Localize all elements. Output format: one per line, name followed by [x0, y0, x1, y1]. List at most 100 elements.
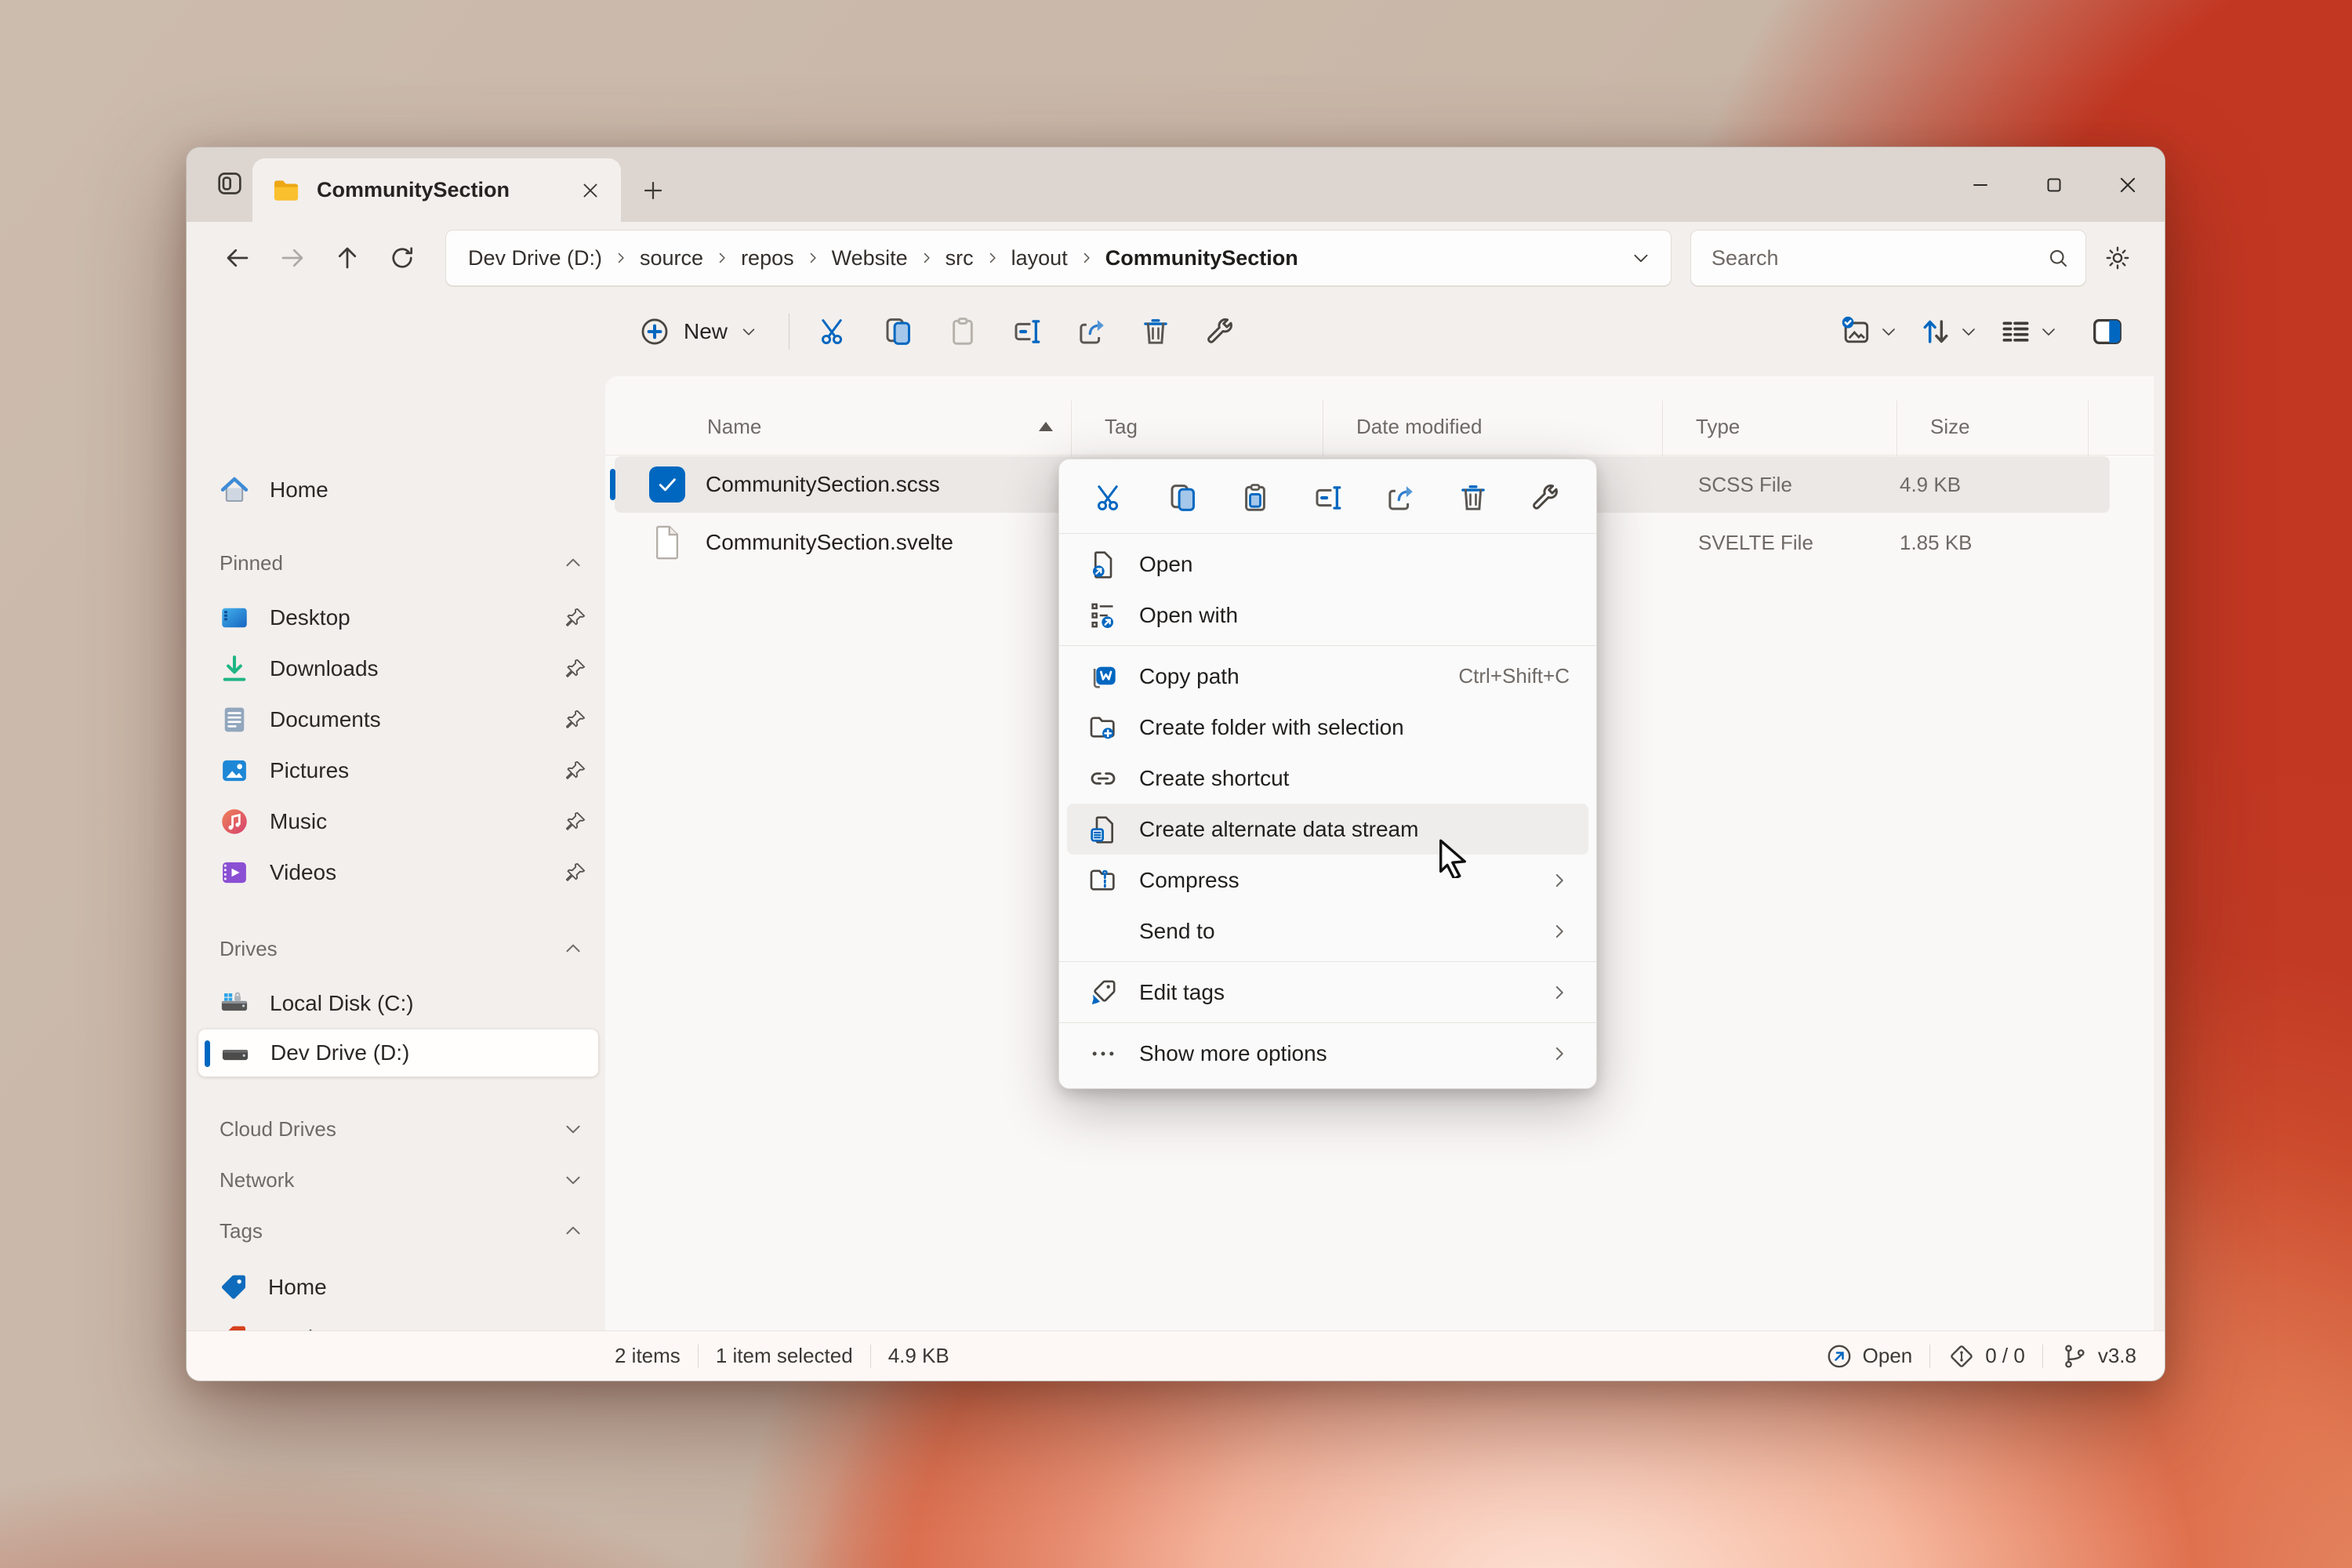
rename-button[interactable]: [1001, 306, 1053, 358]
copy-icon[interactable]: [1167, 481, 1200, 514]
sidebar-item-music[interactable]: Music: [198, 797, 599, 846]
menu-item-copy-path[interactable]: Copy path Ctrl+Shift+C: [1067, 651, 1588, 702]
address-dropdown-button[interactable]: [1619, 248, 1663, 268]
menu-separator: [1059, 533, 1596, 534]
breadcrumb-item[interactable]: Website: [832, 246, 908, 270]
menu-item-create-shortcut[interactable]: Create shortcut: [1067, 753, 1588, 804]
sidebar-item-downloads[interactable]: Downloads: [198, 644, 599, 693]
copy-button[interactable]: [873, 306, 924, 358]
sidebar-item-label: Local Disk (C:): [270, 991, 588, 1016]
refresh-button[interactable]: [378, 234, 426, 282]
menu-item-send-to[interactable]: Send to: [1067, 906, 1588, 956]
circle-plus-icon: [638, 315, 671, 348]
new-tab-button[interactable]: [635, 172, 671, 209]
breadcrumb-separator-icon: [714, 250, 730, 266]
share-button[interactable]: [1065, 306, 1117, 358]
minimize-button[interactable]: [1944, 147, 2017, 222]
sidebar-section-drives[interactable]: Drives: [198, 928, 599, 969]
section-label: Drives: [220, 937, 563, 961]
properties-button[interactable]: [1194, 306, 1246, 358]
sidebar-item-label: Home: [270, 477, 588, 503]
sidebar-section-tags[interactable]: Tags: [198, 1210, 599, 1251]
cut-icon[interactable]: [1094, 481, 1127, 514]
preview-pane-button[interactable]: [2082, 306, 2133, 358]
new-button[interactable]: New: [626, 306, 770, 358]
sidebar-section-network[interactable]: Network: [198, 1160, 599, 1200]
menu-item-open[interactable]: Open: [1067, 539, 1588, 590]
close-button[interactable]: [2091, 147, 2165, 222]
layout-button[interactable]: [1991, 308, 2066, 355]
mouse-cursor: [1432, 836, 1474, 878]
menu-item-label: Show more options: [1139, 1041, 1327, 1066]
tab-close-button[interactable]: [572, 172, 608, 209]
sidebar-item-local-disk-c[interactable]: Local Disk (C:): [198, 979, 599, 1028]
sidebar-item-desktop[interactable]: Desktop: [198, 593, 599, 642]
git-branch-status[interactable]: v3.8: [2060, 1342, 2136, 1370]
menu-item-show-more-options[interactable]: Show more options: [1067, 1028, 1588, 1079]
selection-count: 1 item selected: [716, 1344, 853, 1368]
edit-tags-icon: [1087, 977, 1119, 1008]
sidebar-section-pinned[interactable]: Pinned: [198, 543, 599, 583]
paste-icon[interactable]: [1239, 481, 1272, 514]
sidebar-item-pictures[interactable]: Pictures: [198, 746, 599, 795]
breadcrumb-item[interactable]: Dev Drive (D:): [468, 246, 602, 270]
settings-button[interactable]: [2094, 234, 2141, 281]
sidebar-item-documents[interactable]: Documents: [198, 695, 599, 744]
maximize-button[interactable]: [2017, 147, 2091, 222]
cut-button[interactable]: [808, 306, 860, 358]
sidebar-item-videos[interactable]: Videos: [198, 848, 599, 897]
menu-item-label: Edit tags: [1139, 980, 1225, 1005]
column-header-tag[interactable]: Tag: [1072, 415, 1323, 439]
breadcrumb-separator-icon: [1079, 250, 1094, 266]
maximize-icon: [2042, 173, 2066, 197]
sidebar-item-home[interactable]: Home: [198, 466, 599, 514]
open-status-button[interactable]: Open: [1825, 1342, 1913, 1370]
sidebar-section-cloud-drives[interactable]: Cloud Drives: [198, 1109, 599, 1149]
sidebar-item-label: Videos: [270, 860, 563, 885]
checkbox-checked[interactable]: [649, 466, 685, 503]
menu-item-label: Copy path: [1139, 664, 1240, 689]
rename-icon[interactable]: [1312, 481, 1345, 514]
wrench-icon[interactable]: [1529, 481, 1562, 514]
section-label: Tags: [220, 1219, 563, 1243]
sidebar-item-label: Desktop: [270, 605, 563, 630]
active-tab[interactable]: CommunitySection: [252, 158, 621, 222]
new-button-label: New: [684, 319, 728, 344]
breadcrumb-item-current[interactable]: CommunitySection: [1105, 246, 1298, 270]
preview-toggle-button[interactable]: [1831, 308, 1906, 355]
search-box[interactable]: [1690, 230, 2086, 286]
trash-icon: [1139, 315, 1172, 348]
minimize-icon: [1969, 173, 1992, 197]
menu-item-create-folder-with-selection[interactable]: Create folder with selection: [1067, 702, 1588, 753]
breadcrumb-item[interactable]: source: [640, 246, 703, 270]
back-button[interactable]: [213, 234, 262, 282]
menu-item-open-with[interactable]: Open with: [1067, 590, 1588, 641]
breadcrumb[interactable]: Dev Drive (D:) source repos Website src …: [445, 230, 1671, 286]
menu-item-create-alternate-data-stream[interactable]: Create alternate data stream: [1067, 804, 1588, 855]
forward-button[interactable]: [268, 234, 317, 282]
up-button[interactable]: [323, 234, 372, 282]
menu-item-compress[interactable]: Compress: [1067, 855, 1588, 906]
column-header-size[interactable]: Size: [1897, 415, 2089, 439]
breadcrumb-item[interactable]: src: [946, 246, 974, 270]
sidebar-tag-home[interactable]: Home: [198, 1263, 599, 1312]
breadcrumb-item[interactable]: repos: [741, 246, 794, 270]
menu-item-edit-tags[interactable]: Edit tags: [1067, 967, 1588, 1018]
sidebar-item-dev-drive-d[interactable]: Dev Drive (D:): [198, 1029, 599, 1077]
sort-button[interactable]: [1911, 308, 1986, 355]
thumbnails-icon: [1838, 314, 1873, 349]
share-icon[interactable]: [1384, 481, 1417, 514]
column-header-type[interactable]: Type: [1663, 415, 1897, 439]
sort-icon: [1918, 314, 1953, 349]
column-header-date-modified[interactable]: Date modified: [1323, 415, 1663, 439]
paste-button[interactable]: [937, 306, 989, 358]
breadcrumb-item[interactable]: layout: [1011, 246, 1068, 270]
tab-title: CommunitySection: [317, 178, 572, 202]
section-label: Network: [220, 1168, 563, 1192]
column-header-name[interactable]: Name: [605, 415, 1072, 439]
tab-list-toggle-button[interactable]: [207, 161, 252, 206]
git-sync-status[interactable]: 0 / 0: [1947, 1342, 2025, 1370]
delete-button[interactable]: [1130, 306, 1181, 358]
trash-icon[interactable]: [1457, 481, 1490, 514]
search-input[interactable]: [1710, 245, 2046, 271]
